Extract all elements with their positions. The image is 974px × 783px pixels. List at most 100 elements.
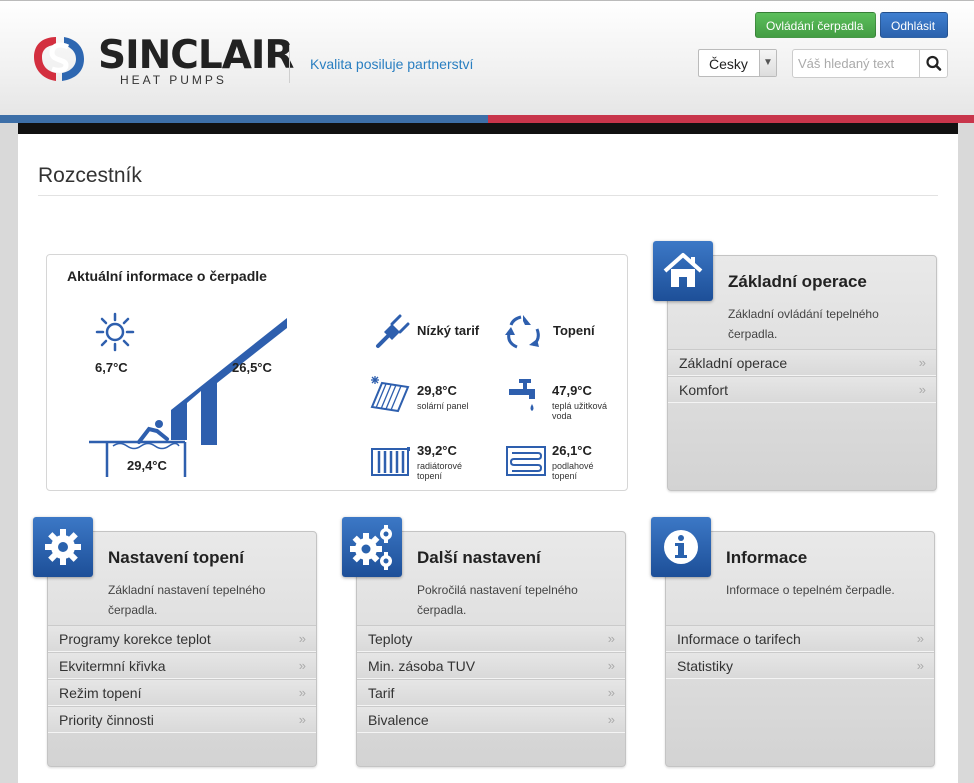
water-label-line1: teplá užitková	[552, 401, 608, 411]
chevron-right-icon: »	[298, 685, 306, 700]
water-temp: 47,9°C	[552, 383, 592, 398]
header-stripe-red	[488, 115, 974, 123]
plug-icon	[376, 314, 410, 348]
tile-basic-desc: Základní ovládání tepelného čerpadla.	[728, 307, 879, 341]
tile-heating-title: Nastavení topení	[108, 548, 245, 567]
menu-item-label: Ekvitermní křivka	[59, 658, 166, 674]
menu-item-label: Min. zásoba TUV	[368, 658, 476, 674]
search-box	[792, 49, 948, 78]
tariff-label: Nízký tarif	[417, 323, 480, 338]
info-icon-box[interactable]	[651, 517, 711, 577]
header: SINCLAIR HEAT PUMPS Kvalita posiluje par…	[0, 0, 974, 115]
menu-item-bivalence[interactable]: Bivalence »	[357, 706, 625, 733]
search-input[interactable]	[793, 50, 921, 77]
menu-item-tariff-info[interactable]: Informace o tarifech »	[666, 625, 934, 652]
solar-panel-icon	[370, 376, 410, 413]
tile-info-title: Informace	[726, 548, 808, 567]
floor-temp: 26,1°C	[552, 443, 592, 458]
radiator-label-line1: radiátorové	[417, 461, 463, 471]
tile-other-menu: Teploty » Min. zásoba TUV » Tarif » Bivalen…	[357, 625, 625, 733]
gears-icon-box[interactable]	[342, 517, 402, 577]
menu-item-comfort[interactable]: Komfort »	[668, 376, 936, 403]
header-stripe-blue	[0, 115, 488, 123]
radiator-temp: 39,2°C	[417, 443, 457, 458]
chevron-right-icon: »	[916, 658, 924, 673]
gears-icon	[350, 525, 392, 570]
solar-temp: 29,8°C	[417, 383, 457, 398]
tagline: Kvalita posiluje partnerství	[310, 56, 474, 72]
menu-item-label: Teploty	[368, 631, 413, 647]
logo-text: SINCLAIR	[98, 33, 294, 78]
chevron-right-icon: »	[916, 631, 924, 646]
menu-item-label: Programy korekce teplot	[59, 631, 211, 647]
menu-item-priorities[interactable]: Priority činnosti »	[48, 706, 316, 733]
chevron-right-icon: »	[607, 712, 615, 727]
menu-item-tariff[interactable]: Tarif »	[357, 679, 625, 706]
water-label-line2: voda	[552, 411, 572, 421]
tile-other-settings: Další nastavení Pokročilá nastavení tepe…	[342, 517, 626, 767]
logo-s-icon	[34, 37, 84, 81]
indoor-temp: 26,5°C	[232, 360, 272, 375]
menu-item-basic-operations[interactable]: Základní operace »	[668, 349, 936, 376]
tile-other-title: Další nastavení	[417, 548, 541, 567]
menu-item-label: Základní operace	[679, 355, 788, 371]
tile-heating-settings: Nastavení topení Základní nastavení tepe…	[33, 517, 317, 767]
logo-subtitle: HEAT PUMPS	[120, 73, 227, 87]
sinclair-logo[interactable]: SINCLAIR HEAT PUMPS	[30, 33, 294, 89]
tile-information: Informace Informace o tepelném čerpadle.…	[651, 517, 935, 767]
mode-label: Topení	[553, 323, 595, 338]
water-tap-icon	[509, 379, 535, 411]
house-diagram-icon	[89, 318, 287, 477]
floor-label-line1: podlahové	[552, 461, 594, 471]
chevron-right-icon: »	[918, 355, 926, 370]
chevron-down-icon[interactable]: ▼	[759, 50, 776, 76]
solar-label: solární panel	[417, 401, 469, 411]
menu-item-label: Režim topení	[59, 685, 142, 701]
menu-item-label: Bivalence	[368, 712, 429, 728]
pump-info-panel: Aktuální informace o čerpadle 6,7°C 26,5…	[46, 254, 628, 491]
search-icon	[926, 55, 942, 71]
title-divider	[38, 195, 938, 196]
tile-basic-title: Základní operace	[728, 272, 867, 291]
radiator-icon	[371, 447, 410, 476]
floor-label-line2: topení	[552, 471, 578, 481]
menu-item-equithermal-curve[interactable]: Ekvitermní křivka »	[48, 652, 316, 679]
tile-basic-menu: Základní operace » Komfort »	[668, 349, 936, 403]
gear-icon	[45, 529, 81, 565]
menu-item-label: Informace o tarifech	[677, 631, 801, 647]
chevron-right-icon: »	[607, 658, 615, 673]
recycle-icon	[505, 315, 540, 349]
menu-item-min-dhw-reserve[interactable]: Min. zásoba TUV »	[357, 652, 625, 679]
language-select[interactable]: Česky ▼	[698, 49, 777, 77]
menu-item-label: Tarif	[368, 685, 395, 701]
tile-heating-menu: Programy korekce teplot » Ekvitermní křiv…	[48, 625, 316, 733]
menu-item-correction-programs[interactable]: Programy korekce teplot »	[48, 625, 316, 652]
nav-bar	[18, 123, 958, 134]
tile-info-menu: Informace o tarifech » Statistiky »	[666, 625, 934, 679]
home-icon-box[interactable]	[653, 241, 713, 301]
menu-item-label: Priority činnosti	[59, 712, 154, 728]
chevron-right-icon: »	[918, 382, 926, 397]
chevron-right-icon: »	[298, 658, 306, 673]
floor-heating-icon	[506, 446, 546, 476]
pump-control-button[interactable]: Ovládání čerpadla	[755, 12, 876, 38]
tile-heating-desc: Základní nastavení tepelného čerpadla.	[108, 583, 266, 617]
menu-item-statistics[interactable]: Statistiky »	[666, 652, 934, 679]
chevron-right-icon: »	[298, 631, 306, 646]
home-icon	[663, 253, 703, 287]
pump-info-title: Aktuální informace o čerpadle	[67, 268, 267, 284]
chevron-right-icon: »	[607, 631, 615, 646]
menu-item-label: Komfort	[679, 382, 729, 398]
pool-temp: 29,4°C	[127, 458, 167, 473]
header-divider	[289, 45, 290, 83]
main-content: Rozcestník Aktuální informace o čerpadle…	[18, 134, 958, 783]
search-button[interactable]	[919, 50, 947, 77]
menu-item-label: Statistiky	[677, 658, 734, 674]
menu-item-heating-mode[interactable]: Režim topení »	[48, 679, 316, 706]
logout-button[interactable]: Odhlásit	[880, 12, 948, 38]
gear-icon-box[interactable]	[33, 517, 93, 577]
info-icon	[664, 530, 698, 564]
menu-item-temperatures[interactable]: Teploty »	[357, 625, 625, 652]
chevron-right-icon: »	[298, 712, 306, 727]
tile-other-desc: Pokročilá nastavení tepelného čerpadla.	[417, 583, 578, 617]
